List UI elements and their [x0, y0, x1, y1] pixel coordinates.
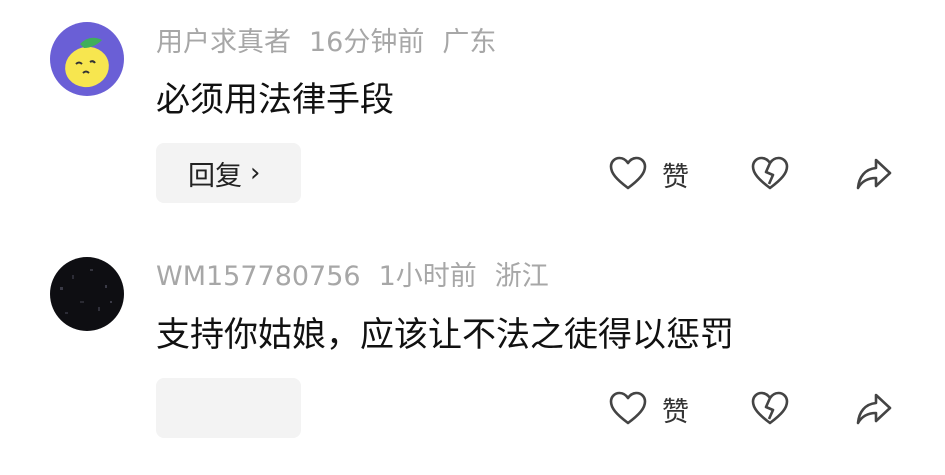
like-button[interactable]: 赞 [608, 387, 689, 431]
comment-item: WM157780756 1小时前 浙江 支持你姑娘，应该让不法之徒得以惩罚 赞 [0, 235, 945, 475]
share-button[interactable] [854, 152, 894, 196]
lemon-avatar-icon [50, 22, 124, 96]
comment-item: 用户求真者 16分钟前 广东 必须用法律手段 回复 › 赞 [0, 0, 945, 235]
username[interactable]: 用户求真者 [156, 27, 291, 58]
like-button[interactable]: 赞 [608, 152, 689, 196]
share-arrow-icon [856, 393, 892, 425]
dislike-button[interactable] [750, 152, 790, 196]
share-button[interactable] [854, 387, 894, 431]
dislike-button[interactable] [750, 387, 790, 431]
avatar[interactable] [50, 22, 124, 96]
location: 广东 [442, 27, 497, 58]
comment-meta: WM157780756 1小时前 浙江 [156, 260, 567, 294]
broken-heart-icon [751, 391, 789, 425]
comment-text: 支持你姑娘，应该让不法之徒得以惩罚 [156, 315, 734, 355]
like-label: 赞 [662, 161, 689, 193]
broken-heart-icon [751, 156, 789, 190]
location: 浙江 [494, 261, 549, 292]
heart-icon [609, 156, 647, 190]
timestamp: 1小时前 [378, 261, 477, 292]
chevron-right-icon: › [250, 158, 261, 188]
username[interactable]: WM157780756 [156, 261, 361, 292]
reply-label: 回复 [188, 160, 242, 192]
avatar[interactable] [50, 257, 124, 331]
comment-text: 必须用法律手段 [156, 80, 394, 120]
share-arrow-icon [856, 158, 892, 190]
reply-button[interactable] [156, 378, 301, 438]
reply-button[interactable]: 回复 › [156, 143, 301, 203]
comment-meta: 用户求真者 16分钟前 广东 [156, 26, 514, 60]
dark-avatar-icon [50, 257, 124, 331]
like-label: 赞 [662, 396, 689, 428]
timestamp: 16分钟前 [309, 27, 425, 58]
heart-icon [609, 391, 647, 425]
